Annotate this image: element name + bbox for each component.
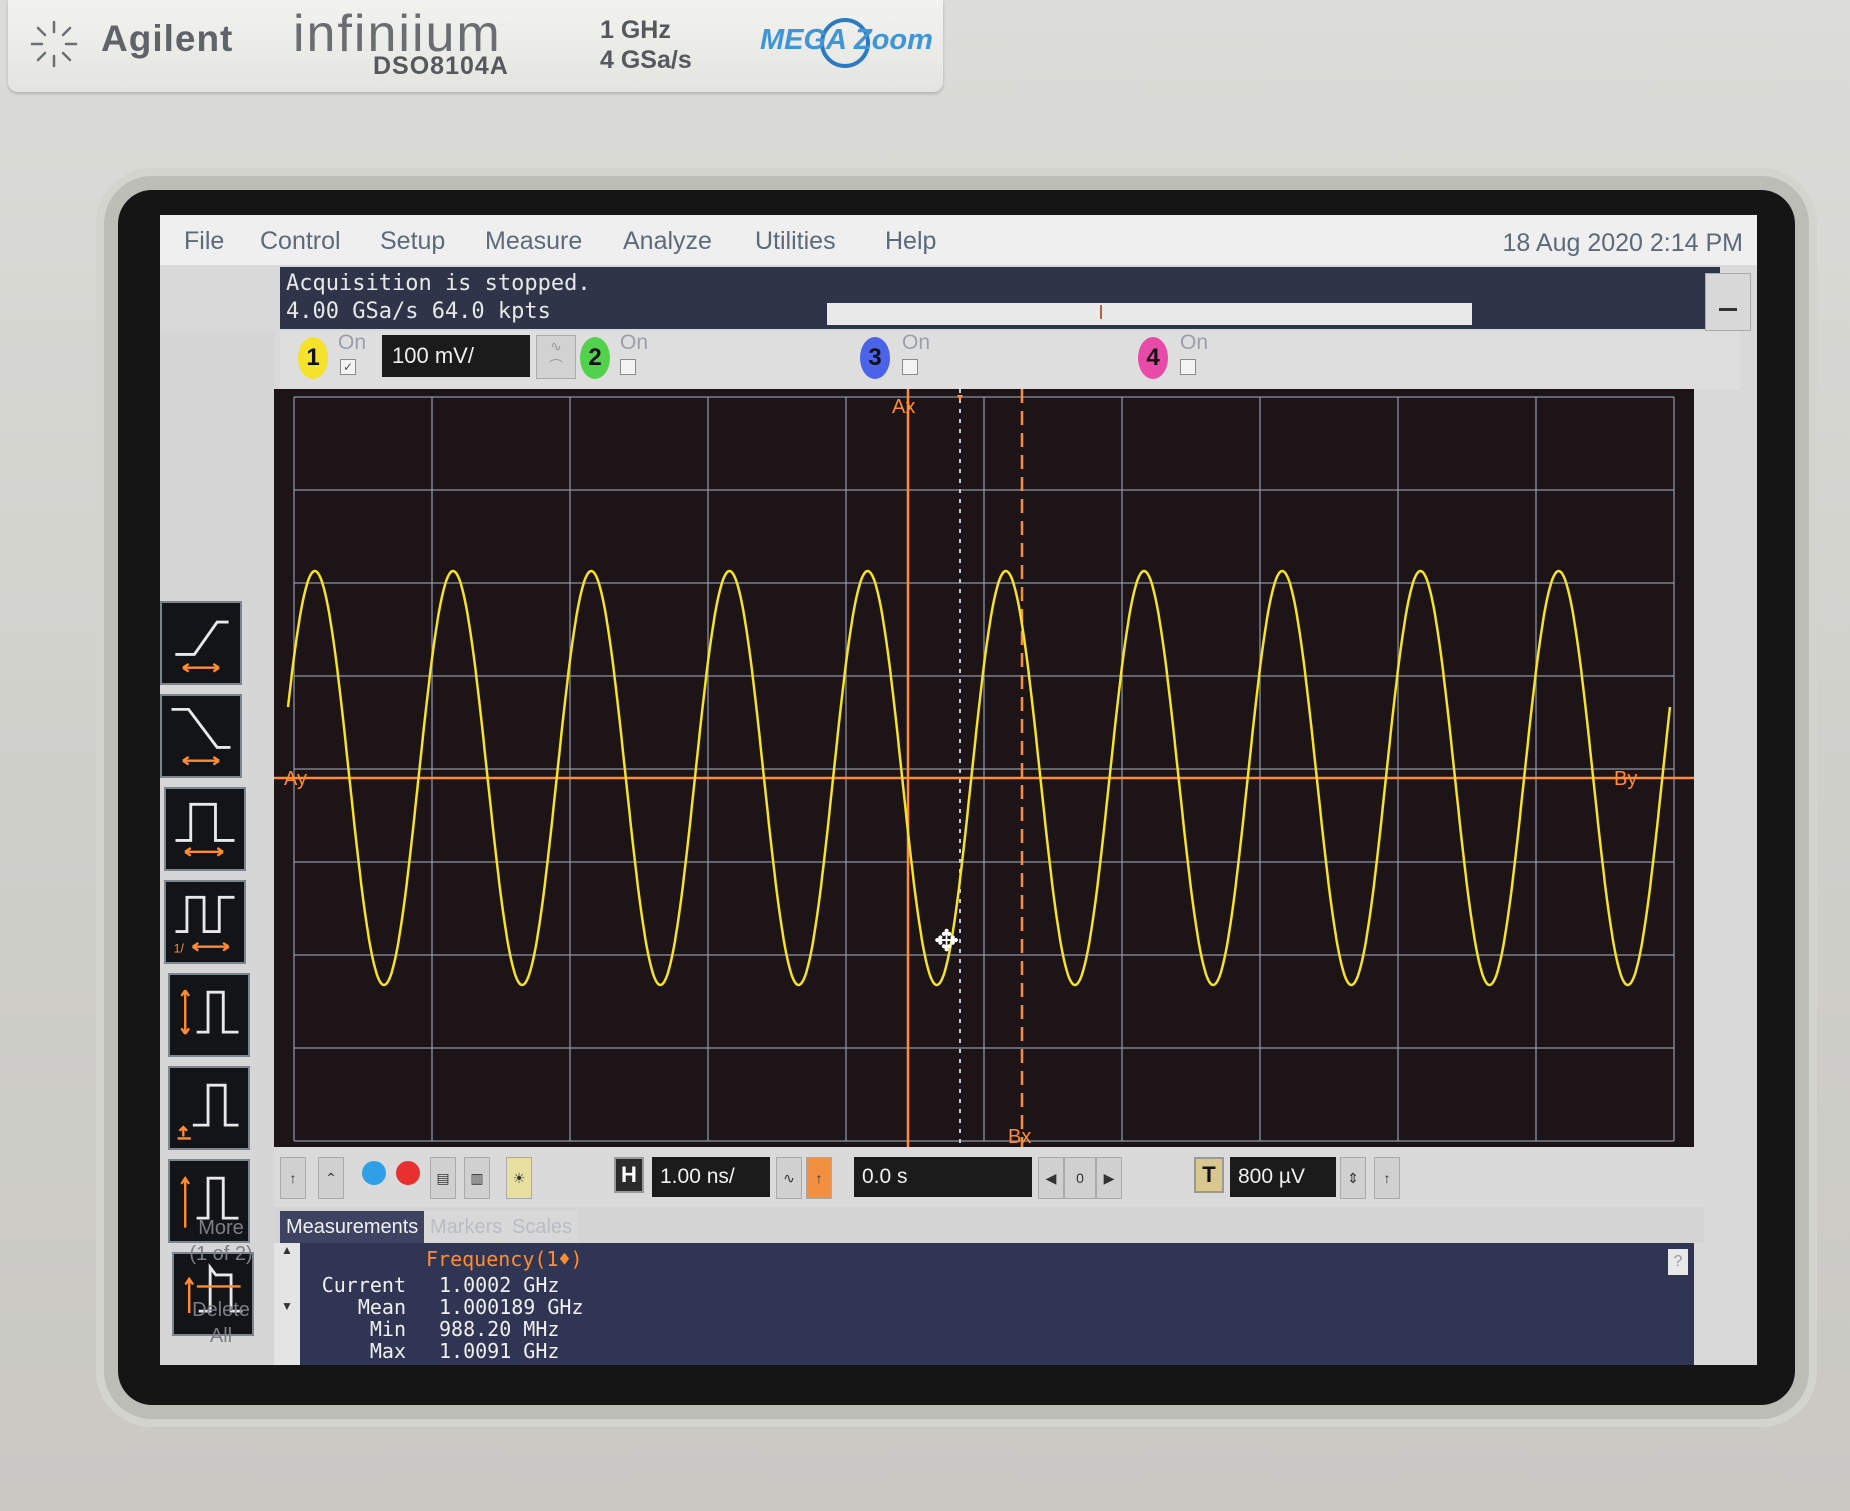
channel-1-on-label: On — [338, 331, 367, 354]
acquisition-status: Acquisition is stopped. — [286, 271, 591, 296]
cursor-ay-label: Ay — [284, 768, 307, 790]
timebase-field[interactable]: 1.00 ns/ — [652, 1157, 770, 1197]
brightness-button[interactable]: ☀ — [506, 1157, 532, 1199]
meas-min-label: Min — [369, 1317, 406, 1341]
bandwidth-spec: 1 GHz — [600, 16, 671, 44]
measurements-panel: ▲ ▼ Frequency(1♦) Current 1.0002 GHz Mean… — [274, 1243, 1694, 1365]
channel-2-on-checkbox[interactable] — [620, 359, 636, 375]
measurement-toolbar: 1/ — [160, 331, 275, 1365]
single-acquire-button[interactable] — [362, 1161, 386, 1185]
vertical-step-button[interactable]: ⌃ — [318, 1157, 344, 1199]
horizontal-controls: ↑ ⌃ ▤ ▥ ☀ H 1.00 ns/ ∿ ↑ 0.0 s ◀ 0 ▶ T 8… — [274, 1147, 1704, 1207]
save-button[interactable]: ▥ — [464, 1157, 490, 1199]
channel-1-badge[interactable]: 1 — [298, 337, 328, 379]
channel-1-coupling-button[interactable]: ∿ ⌒ — [536, 335, 576, 379]
sample-rate-spec: 4 GSa/s — [600, 46, 692, 74]
move-cursor-icon: ✥ — [934, 925, 960, 958]
menu-setup[interactable]: Setup — [380, 227, 445, 256]
channel-3-badge[interactable]: 3 — [860, 337, 890, 379]
meas-mean-value: 1.000189 GHz — [439, 1295, 584, 1319]
trigger-position-button[interactable]: ↑ — [806, 1157, 832, 1199]
menu-utilities[interactable]: Utilities — [755, 227, 836, 256]
brand-name: Agilent — [101, 18, 234, 59]
minimize-button[interactable] — [1705, 273, 1751, 331]
meas-max-value: 1.0091 GHz — [439, 1339, 560, 1363]
channel-2-on-label: On — [620, 331, 649, 354]
menu-measure[interactable]: Measure — [485, 227, 582, 256]
delay-left-button[interactable]: ◀ — [1038, 1157, 1064, 1199]
acquisition-rate: 4.00 GSa/s 64.0 kpts — [286, 299, 551, 324]
channel-3-on-checkbox[interactable] — [902, 359, 918, 375]
meas-current-label: Current — [321, 1273, 406, 1297]
rising-edge-trigger-icon[interactable] — [160, 601, 242, 685]
menu-control[interactable]: Control — [260, 227, 341, 256]
delete-all-button[interactable]: Delete All — [178, 1297, 264, 1357]
delay-right-button[interactable]: ▶ — [1096, 1157, 1122, 1199]
channel-3-on-label: On — [902, 331, 931, 354]
amplitude-icon[interactable] — [168, 973, 250, 1057]
svg-text:1/: 1/ — [174, 941, 185, 955]
waveform-graticule: Ax Bx Ay By — [274, 389, 1694, 1147]
menu-file[interactable]: File — [184, 227, 224, 256]
channel-4-on-label: On — [1180, 331, 1209, 354]
trigger-level-field[interactable]: 800 µV — [1230, 1157, 1336, 1197]
period-icon[interactable]: 1/ — [164, 880, 246, 964]
meas-current-value: 1.0002 GHz — [439, 1273, 560, 1297]
tab-markers[interactable]: Markers — [424, 1211, 509, 1243]
trigger-label: T — [1194, 1157, 1224, 1193]
status-area: Acquisition is stopped. 4.00 GSa/s 64.0 … — [280, 267, 1720, 329]
trigger-level-stepper[interactable]: ⇕ — [1340, 1157, 1366, 1199]
meas-mean-label: Mean — [357, 1295, 406, 1319]
tab-measurements[interactable]: Measurements — [280, 1211, 425, 1243]
base-level-icon[interactable] — [168, 1066, 250, 1150]
tab-scales[interactable]: Scales — [506, 1211, 579, 1243]
cursor-bx-label: Bx — [1008, 1126, 1031, 1147]
menu-analyze[interactable]: Analyze — [623, 227, 712, 256]
falling-edge-trigger-icon[interactable] — [160, 694, 242, 778]
model-number: DSO8104A — [373, 52, 509, 80]
cursor-by-label: By — [1614, 768, 1637, 790]
agilent-logo-icon — [30, 20, 78, 68]
channel-1-on-checkbox[interactable]: ✓ — [340, 359, 356, 375]
channel-1-scale-field[interactable]: 100 mV/ — [382, 335, 530, 377]
pulse-width-icon[interactable] — [164, 787, 246, 871]
datetime: 18 Aug 2020 2:14 PM — [1502, 229, 1743, 257]
help-button[interactable]: ? — [1668, 1249, 1688, 1275]
delay-field[interactable]: 0.0 s — [854, 1157, 1032, 1197]
timebase-adjust-button[interactable]: ∿ — [776, 1157, 802, 1199]
channel-4-on-checkbox[interactable] — [1180, 359, 1196, 375]
panel-tabs: Measurements Markers Scales — [274, 1207, 1704, 1243]
channel-bar: 1 On ✓ 100 mV/ ∿ ⌒ 2 On 3 On 4 On — [280, 331, 1740, 389]
menu-bar: File Control Setup Measure Analyze Utili… — [160, 215, 1757, 265]
channel-4-badge[interactable]: 4 — [1138, 337, 1168, 379]
more-button[interactable]: More (1 of 2) — [178, 1215, 264, 1281]
trigger-position-marker — [957, 395, 963, 401]
waveform-display[interactable]: Ax Bx Ay By ✥ — [274, 389, 1694, 1147]
meas-max-label: Max — [369, 1339, 406, 1363]
measurement-name: Frequency(1♦) — [426, 1247, 583, 1271]
overview-marker — [1100, 305, 1102, 319]
menu-help[interactable]: Help — [885, 227, 936, 256]
scope-screen: File Control Setup Measure Analyze Utili… — [160, 215, 1757, 1365]
cursor-ax-label: Ax — [892, 396, 915, 418]
memory-overview-bar — [827, 303, 1472, 325]
vertical-scroll-button[interactable]: ↑ — [280, 1157, 306, 1199]
graticule-grid — [293, 396, 1675, 1142]
channel-2-badge[interactable]: 2 — [580, 337, 610, 379]
stop-button[interactable] — [396, 1161, 420, 1185]
print-button[interactable]: ▤ — [430, 1157, 456, 1199]
trigger-scroll-button[interactable]: ↑ — [1374, 1157, 1400, 1199]
zoom-field[interactable]: 0 — [1064, 1157, 1096, 1199]
horizontal-label: H — [614, 1157, 644, 1193]
megazoom-logo: MEGA Zoom — [760, 24, 933, 56]
brand-plate: Agilent infiniium DSO8104A 1 GHz 4 GSa/s… — [8, 0, 943, 92]
meas-min-value: 988.20 MHz — [439, 1317, 560, 1341]
